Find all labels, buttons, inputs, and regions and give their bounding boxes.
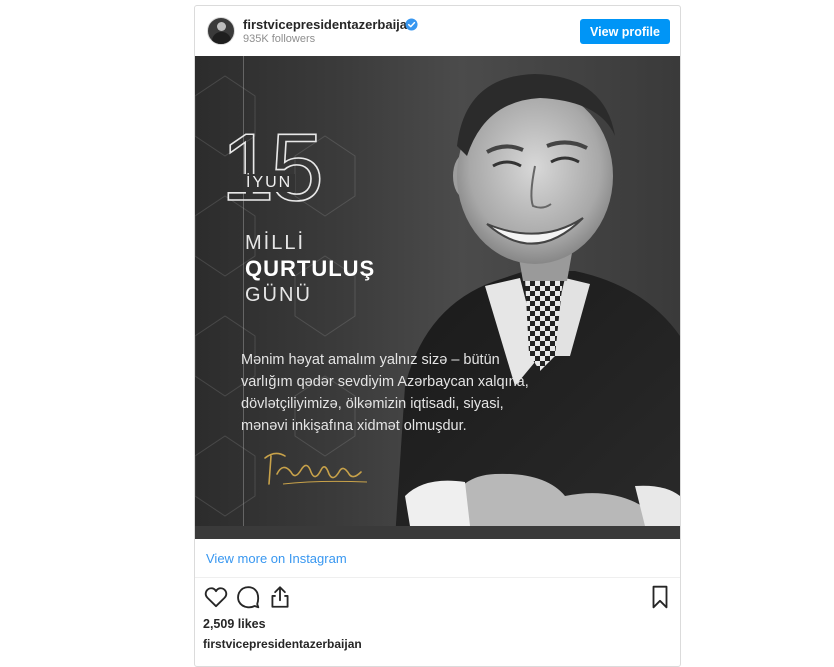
title-line-3: GÜNÜ [245, 284, 312, 306]
avatar-body [212, 32, 231, 44]
follower-count: 935K followers [243, 33, 316, 45]
view-profile-button[interactable]: View profile [580, 19, 670, 44]
instagram-embed-card: firstvicepresidentazerbaijan 935K follow… [194, 5, 681, 667]
quote-line: mənəvi inkişafına xidmət olmuşdur. [241, 418, 467, 434]
quote-text: Mənim həyat amalım yalnız sizə – bütün v… [241, 349, 541, 437]
heart-icon[interactable] [203, 584, 229, 610]
caption-username[interactable]: firstvicepresidentazerbaijan [203, 637, 362, 651]
post-header: firstvicepresidentazerbaijan 935K follow… [195, 6, 680, 56]
comment-icon[interactable] [235, 584, 261, 610]
username[interactable]: firstvicepresidentazerbaijan [243, 17, 415, 32]
view-more-on-instagram-link[interactable]: View more on Instagram [206, 551, 347, 566]
divider [195, 577, 680, 578]
title-line-1: MİLLİ [245, 232, 306, 254]
quote-line: Mənim həyat amalım yalnız sizə – bütün [241, 352, 500, 368]
quote-line: dövlətçiliyimizə, ölkəmizin iqtisadi, si… [241, 396, 504, 412]
avatar[interactable] [207, 17, 235, 45]
title-line-2: QURTULUŞ [245, 256, 376, 281]
date-day-number: 15 [220, 114, 324, 221]
share-icon[interactable] [267, 584, 293, 610]
signature [264, 452, 368, 485]
quote-line: varlığım qədər sevdiyim Azərbaycan xalqı… [241, 374, 529, 390]
verified-badge-icon [405, 18, 418, 31]
date-month: İYUN [243, 174, 296, 192]
like-count[interactable]: 2,509 likes [203, 617, 266, 631]
post-actions [195, 584, 680, 614]
post-image[interactable]: 15 İYUN MİLLİ QURTULUŞ GÜNÜ Mənim həyat … [195, 56, 680, 539]
avatar-head [217, 22, 226, 31]
bookmark-icon[interactable] [647, 584, 673, 610]
